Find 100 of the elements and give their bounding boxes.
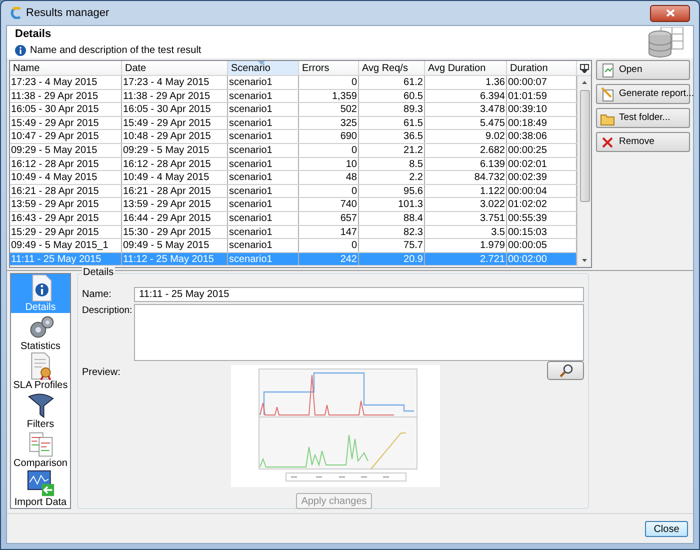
table-cell: 2.2 (359, 171, 425, 184)
table-cell: 10:49 - 4 May 2015 (122, 171, 228, 184)
table-cell: 3.751 (425, 212, 507, 225)
table-cell: 16:12 - 28 Apr 2015 (122, 158, 228, 170)
column-header[interactable]: Avg Req/s (359, 61, 425, 75)
table-cell: 84.732 (425, 171, 507, 184)
table-cell: 36.5 (359, 130, 425, 143)
table-cell: 16:05 - 30 Apr 2015 (10, 103, 122, 116)
table-cell: 16:21 - 28 Apr 2015 (122, 184, 228, 198)
column-header[interactable]: Name (10, 61, 122, 75)
action-button[interactable]: Open (596, 60, 690, 80)
table-cell: scenario1 (228, 116, 299, 130)
table-cell: 09:49 - 5 May 2015 (122, 239, 228, 252)
table-row[interactable]: 15:49 - 29 Apr 2015 15:49 - 29 Apr 2015 scenario1 325 61.5 5.475 00:18:49 (10, 116, 577, 130)
table-cell: 17:23 - 4 May 2015 (122, 76, 228, 89)
table-cell: scenario1 (228, 184, 299, 198)
column-header[interactable]: Avg Duration (425, 61, 507, 75)
table-row[interactable]: 16:12 - 28 Apr 2015 16:12 - 28 Apr 2015 scenario1 10 8.5 6.139 00:02:01 (10, 158, 577, 172)
table-cell: 15:49 - 29 Apr 2015 (122, 116, 228, 130)
table-cell: 09:29 - 5 May 2015 (10, 144, 122, 157)
table-row[interactable]: 17:23 - 4 May 2015 17:23 - 4 May 2015 scenario1 0 61.2 1.36 00:00:07 (10, 76, 577, 90)
scrollbar[interactable] (577, 76, 591, 267)
table-cell: 17:23 - 4 May 2015 (10, 76, 122, 89)
table-cell: 1.122 (425, 184, 507, 198)
table-cell: 8.5 (359, 158, 425, 170)
table-cell: 88.4 (359, 212, 425, 225)
table-cell: 10:48 - 29 Apr 2015 (122, 130, 228, 143)
funnel-icon (26, 391, 54, 419)
close-window-button[interactable] (650, 4, 690, 22)
table-cell: 1,359 (299, 90, 359, 102)
cross-icon (600, 134, 615, 150)
name-field[interactable]: 11:11 - 25 May 2015 (134, 287, 584, 302)
table-cell: 9.02 (425, 130, 507, 143)
table-row[interactable]: 09:29 - 5 May 2015 09:29 - 5 May 2015 scenario1 0 21.2 2.682 00:00:25 (10, 144, 577, 158)
sort-arrow-icon (258, 61, 265, 65)
table-cell: 09:29 - 5 May 2015 (122, 144, 228, 157)
table-cell: scenario1 (228, 171, 299, 184)
table-row[interactable]: 15:29 - 29 Apr 2015 15:30 - 29 Apr 2015 scenario1 147 82.3 3.5 00:15:03 (10, 226, 577, 240)
table-cell: 75.7 (359, 239, 425, 252)
table-cell: 690 (299, 130, 359, 143)
column-chooser-icon[interactable] (580, 64, 588, 72)
table-cell: 16:43 - 29 Apr 2015 (10, 212, 122, 225)
table-cell: 20.9 (359, 252, 425, 266)
table-row[interactable]: 11:38 - 29 Apr 2015 11:38 - 29 Apr 2015 scenario1 1,359 60.5 6.394 01:01:59 (10, 90, 577, 104)
pencil-document-icon (600, 86, 615, 102)
documents-icon (26, 430, 54, 458)
action-button[interactable]: Test folder... (596, 108, 690, 128)
table-row[interactable]: 09:49 - 5 May 2015_1 09:49 - 5 May 2015 scenario1 0 75.7 1.979 00:00:05 (10, 239, 577, 253)
table-cell: 11:11 - 25 May 2015 (10, 252, 122, 266)
table-cell: scenario1 (228, 144, 299, 157)
table-cell: 11:12 - 25 May 2015 (122, 252, 228, 266)
chart-document-icon (600, 62, 615, 78)
table-cell: 3.022 (425, 198, 507, 211)
table-cell: scenario1 (228, 226, 299, 238)
table-cell: 0 (299, 239, 359, 252)
name-label: Name: (82, 288, 112, 302)
column-header[interactable]: Scenario (228, 61, 299, 75)
table-row[interactable]: 10:49 - 4 May 2015 10:49 - 4 May 2015 scenario1 48 2.2 84.732 00:02:39 (10, 171, 577, 185)
table-cell: scenario1 (228, 90, 299, 102)
table-cell: scenario1 (228, 103, 299, 116)
table-cell: 10 (299, 158, 359, 170)
table-cell: 6.139 (425, 158, 507, 170)
table-cell: 89.3 (359, 103, 425, 116)
app-logo-icon (10, 7, 22, 19)
table-cell: 3.478 (425, 103, 507, 116)
table-cell: scenario1 (228, 239, 299, 252)
close-button[interactable]: Close (645, 520, 688, 536)
close-icon (666, 9, 674, 17)
column-header[interactable]: Duration (507, 61, 577, 75)
table-cell: 21.2 (359, 144, 425, 157)
table-cell: 1.36 (425, 76, 507, 89)
table-cell: 13:59 - 29 Apr 2015 (122, 198, 228, 211)
table-cell: 2.682 (425, 144, 507, 157)
sidebar-item[interactable]: SLA Profiles (11, 352, 70, 391)
table-row[interactable]: 16:05 - 30 Apr 2015 16:05 - 30 Apr 2015 scenario1 502 89.3 3.478 00:39:10 (10, 103, 577, 117)
table-cell: 0 (299, 144, 359, 157)
zoom-button[interactable] (547, 361, 584, 380)
window-title: Results manager (26, 6, 110, 21)
description-field[interactable] (134, 304, 584, 361)
table-cell: 6.394 (425, 90, 507, 102)
table-cell: scenario1 (228, 212, 299, 225)
action-button[interactable]: Remove (596, 132, 690, 152)
table-cell: 82.3 (359, 226, 425, 238)
table-cell: 325 (299, 116, 359, 130)
table-row[interactable]: 10:47 - 29 Apr 2015 10:48 - 29 Apr 2015 scenario1 690 36.5 9.02 00:38:06 (10, 130, 577, 144)
table-row[interactable]: 16:21 - 28 Apr 2015 16:21 - 28 Apr 2015 scenario1 0 95.6 1.122 00:00:04 (10, 184, 577, 198)
table-cell: 95.6 (359, 184, 425, 198)
table-cell: 11:38 - 29 Apr 2015 (122, 90, 228, 102)
table-row[interactable]: 16:43 - 29 Apr 2015 16:44 - 29 Apr 2015 scenario1 657 88.4 3.751 00:55:39 (10, 212, 577, 226)
table-cell: scenario1 (228, 252, 299, 266)
sidebar-item[interactable]: Comparison (11, 430, 70, 469)
table-cell: 13:59 - 29 Apr 2015 (10, 198, 122, 211)
chart-import-icon (26, 469, 54, 497)
table-row[interactable]: 13:59 - 29 Apr 2015 13:59 - 29 Apr 2015 scenario1 740 101.3 3.022 01:02:02 (10, 198, 577, 212)
column-header[interactable]: Errors (299, 61, 359, 75)
table-cell: 10:47 - 29 Apr 2015 (10, 130, 122, 143)
table-cell: 16:44 - 29 Apr 2015 (122, 212, 228, 225)
table-cell: 48 (299, 171, 359, 184)
table-cell: 16:12 - 28 Apr 2015 (10, 158, 122, 170)
header-subtitle: Name and description of the test result (30, 44, 202, 58)
